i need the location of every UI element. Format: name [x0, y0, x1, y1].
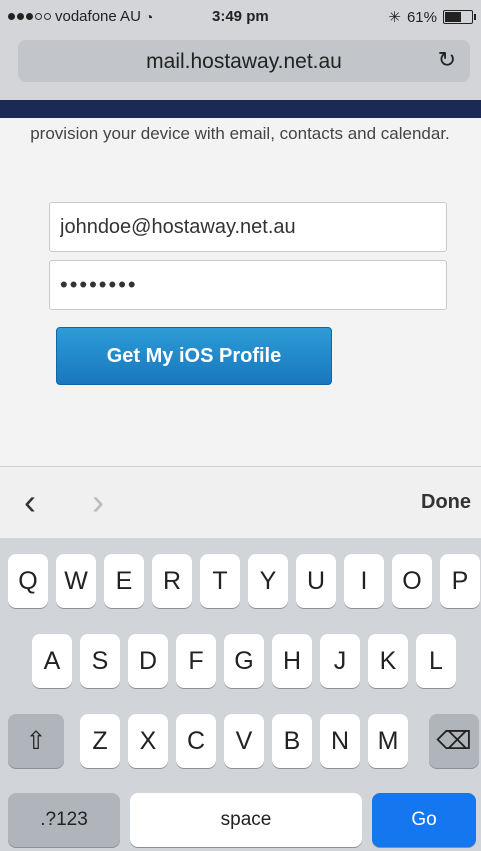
key-e[interactable]: E: [104, 554, 144, 608]
key-m[interactable]: M: [368, 714, 408, 768]
password-field[interactable]: [49, 260, 447, 310]
key-k[interactable]: K: [368, 634, 408, 688]
get-ios-profile-button[interactable]: Get My iOS Profile: [56, 327, 332, 385]
wifi-icon: ◔: [144, 8, 154, 25]
key-y[interactable]: Y: [248, 554, 288, 608]
key-a[interactable]: A: [32, 634, 72, 688]
signal-icon: [8, 13, 51, 20]
key-d[interactable]: D: [128, 634, 168, 688]
key-w[interactable]: W: [56, 554, 96, 608]
key-s[interactable]: S: [80, 634, 120, 688]
go-key[interactable]: Go: [372, 793, 476, 847]
key-c[interactable]: C: [176, 714, 216, 768]
password-input[interactable]: [50, 261, 446, 309]
intro-text: provision your device with email, contac…: [30, 124, 450, 143]
site-header-band: [0, 100, 481, 118]
backspace-icon[interactable]: ⌫: [429, 714, 479, 768]
key-b[interactable]: B: [272, 714, 312, 768]
address-bar[interactable]: mail.hostaway.net.au ↻: [18, 40, 470, 82]
key-f[interactable]: F: [176, 634, 216, 688]
keyboard: ⇧ ⌫ .?123 space Go QWERTYUIOP ASDFGHJKL ZX…: [0, 538, 481, 851]
battery-percent: 61%: [406, 8, 437, 26]
chevron-left-icon[interactable]: ‹: [24, 481, 36, 523]
status-right: ✳ 61%: [388, 8, 476, 26]
key-l[interactable]: L: [416, 634, 456, 688]
email-input[interactable]: [50, 203, 446, 251]
key-u[interactable]: U: [296, 554, 336, 608]
chevron-right-icon[interactable]: ›: [92, 481, 104, 523]
battery-level: [445, 12, 461, 22]
key-z[interactable]: Z: [80, 714, 120, 768]
status-bar: vodafone AU ◔ 3:49 pm ✳ 61%: [0, 0, 481, 34]
keyboard-toolbar: ‹ › Done: [0, 466, 481, 540]
key-q[interactable]: Q: [8, 554, 48, 608]
key-p[interactable]: P: [440, 554, 480, 608]
key-g[interactable]: G: [224, 634, 264, 688]
bluetooth-icon: ✳: [388, 9, 401, 26]
space-key[interactable]: space: [130, 793, 362, 847]
status-time: 3:49 pm: [212, 8, 269, 25]
shift-key[interactable]: ⇧: [8, 714, 64, 768]
key-n[interactable]: N: [320, 714, 360, 768]
done-button[interactable]: Done: [421, 491, 471, 514]
browser-chrome: mail.hostaway.net.au ↻: [0, 34, 481, 100]
battery-icon: [443, 10, 476, 24]
key-j[interactable]: J: [320, 634, 360, 688]
email-field[interactable]: [49, 202, 447, 252]
carrier-label: vodafone AU: [55, 8, 141, 25]
refresh-icon[interactable]: ↻: [438, 47, 456, 73]
status-left: vodafone AU ◔: [8, 8, 153, 25]
page-content: provision your device with email, contac…: [0, 118, 481, 466]
numbers-key[interactable]: .?123: [8, 793, 120, 847]
key-i[interactable]: I: [344, 554, 384, 608]
url-text[interactable]: mail.hostaway.net.au: [18, 50, 470, 74]
key-x[interactable]: X: [128, 714, 168, 768]
key-o[interactable]: O: [392, 554, 432, 608]
key-h[interactable]: H: [272, 634, 312, 688]
key-v[interactable]: V: [224, 714, 264, 768]
key-t[interactable]: T: [200, 554, 240, 608]
key-r[interactable]: R: [152, 554, 192, 608]
